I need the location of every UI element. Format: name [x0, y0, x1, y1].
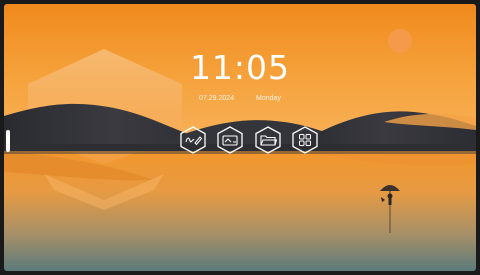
- clock-time: 11:05: [189, 48, 291, 87]
- whiteboard-icon: [180, 126, 206, 154]
- apps-grid-button[interactable]: [290, 125, 320, 155]
- clock-weekday: Monday: [256, 95, 281, 102]
- folder-button[interactable]: [253, 125, 283, 155]
- side-panel-handle[interactable]: [6, 130, 10, 152]
- screen-share-button[interactable]: [215, 125, 245, 155]
- screen-share-icon: [217, 126, 243, 154]
- folder-icon: [255, 126, 281, 154]
- date-row: 07.29.2024 Monday: [4, 95, 476, 102]
- whiteboard-button[interactable]: [178, 125, 208, 155]
- clock-date: 07.29.2024: [199, 95, 235, 102]
- apps-grid-icon: [292, 126, 318, 154]
- desktop-screen: 11:05 07.29.2024 Monday: [4, 4, 476, 271]
